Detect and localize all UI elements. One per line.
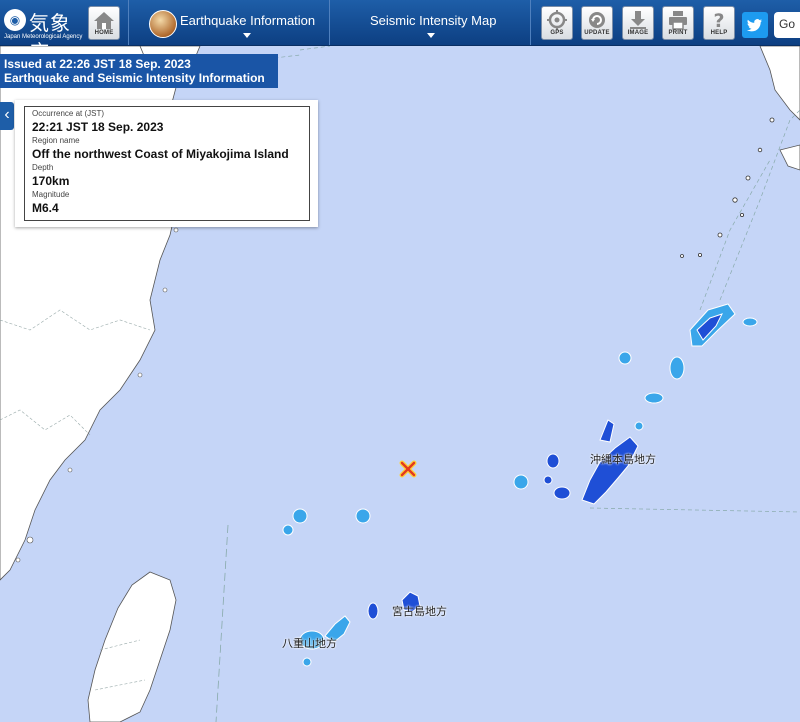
region-value: Off the northwest Coast of Miyakojima Is… <box>32 147 289 161</box>
chevron-left-icon: ‹ <box>4 106 10 123</box>
chevron-down-icon <box>243 33 251 38</box>
print-icon <box>669 11 687 30</box>
image-download-icon <box>630 11 646 29</box>
print-label: PRINT <box>668 30 688 36</box>
globe-icon <box>149 10 177 38</box>
collapse-panel-button[interactable]: ‹ <box>0 102 14 130</box>
update-label: UPDATE <box>584 30 610 36</box>
chevron-down-icon <box>427 33 435 38</box>
menu-earthquake-label: Earthquake Information <box>180 13 316 28</box>
occurrence-label: Occurrence at (JST) <box>32 109 105 118</box>
issued-banner: Issued at 22:26 JST 18 Sep. 2023 Earthqu… <box>0 54 278 88</box>
home-icon <box>94 12 114 29</box>
occurrence-value: 22:21 JST 18 Sep. 2023 <box>32 120 164 134</box>
irabu-island <box>367 602 379 620</box>
kikai-island <box>742 317 758 327</box>
aguni-island <box>543 475 553 485</box>
menu-intensity-label: Seismic Intensity Map <box>370 13 497 28</box>
google-search-button[interactable]: Go <box>774 12 800 38</box>
gps-label: GPS <box>550 30 564 36</box>
earthquake-info-card: Occurrence at (JST) 22:21 JST 18 Sep. 20… <box>15 100 318 227</box>
logo-subtitle: Japan Meteorological Agency <box>4 34 83 40</box>
hateruma-island <box>302 657 312 667</box>
twitter-bird-icon <box>747 19 762 32</box>
print-button[interactable]: PRINT <box>662 6 694 40</box>
update-button[interactable]: UPDATE <box>581 6 613 40</box>
senkaku-islet <box>292 508 308 524</box>
kume-island <box>513 474 529 490</box>
magnitude-value: M6.4 <box>32 201 59 215</box>
kerama-islands <box>553 486 571 500</box>
search-button-label: Go <box>779 17 796 31</box>
tonaki-island <box>546 453 560 469</box>
okinawa-region-label: 沖縄本島地方 <box>590 453 656 466</box>
gps-icon <box>547 10 567 30</box>
depth-label: Depth <box>32 163 54 172</box>
iheya-island <box>618 351 632 365</box>
home-label: HOME <box>94 30 114 36</box>
update-icon <box>589 12 605 28</box>
okinoerabu <box>644 392 664 404</box>
yonaguni-island <box>282 524 294 536</box>
twitter-share-button[interactable] <box>742 12 768 38</box>
issued-title: Earthquake and Seismic Intensity Informa… <box>4 71 265 85</box>
image-download-button[interactable]: IMAGE <box>622 6 654 40</box>
help-label: HELP <box>710 30 728 36</box>
home-button[interactable]: HOME <box>88 6 120 40</box>
earthquake-information-menu[interactable]: Earthquake Information <box>128 0 328 45</box>
tokunoshima <box>669 356 685 380</box>
jma-emblem-icon: ◉ <box>4 9 26 31</box>
depth-value: 170km <box>32 174 70 188</box>
earthquake-info-box: Occurrence at (JST) 22:21 JST 18 Sep. 20… <box>24 106 310 221</box>
miyako-region-label: 宮古島地方 <box>392 605 447 618</box>
svg-text:?: ? <box>713 10 724 30</box>
yoron-island <box>634 421 644 431</box>
region-label: Region name <box>32 136 80 145</box>
help-icon: ? <box>713 10 724 30</box>
issued-time: Issued at 22:26 JST 18 Sep. 2023 <box>4 57 191 71</box>
yaeyama-region-label: 八重山地方 <box>282 637 337 650</box>
jma-logo[interactable]: ◉ 気象庁 Japan Meteorological Agency <box>2 3 86 64</box>
magnitude-label: Magnitude <box>32 190 70 199</box>
seismic-intensity-map-menu[interactable]: Seismic Intensity Map <box>329 0 531 45</box>
gps-button[interactable]: GPS <box>541 6 573 40</box>
help-button[interactable]: ? HELP <box>703 6 735 40</box>
tarama-island <box>355 508 371 524</box>
image-label: IMAGE <box>627 30 649 36</box>
header-bar: ◉ 気象庁 Japan Meteorological Agency HOME E… <box>0 0 800 64</box>
